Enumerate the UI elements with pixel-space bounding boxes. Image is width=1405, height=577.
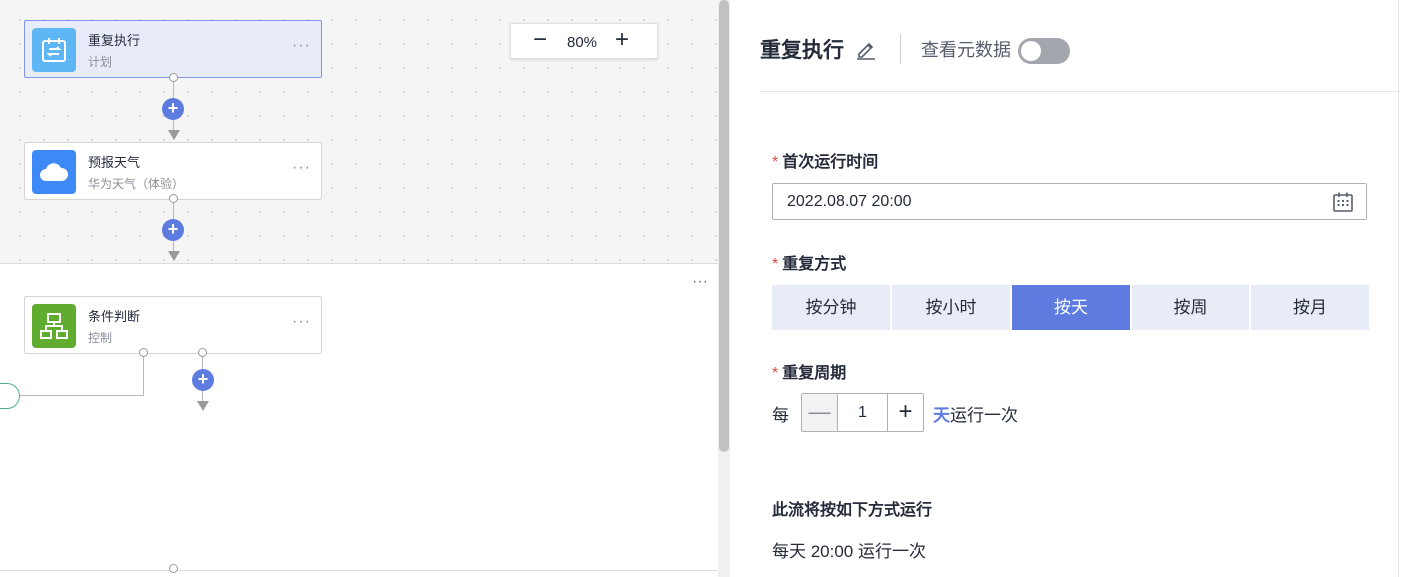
required-mark: * [772,154,779,171]
section-more-button[interactable]: ··· [692,273,708,291]
node-output-port[interactable] [169,194,178,203]
add-step-button[interactable]: + [162,98,184,120]
zoom-out-button[interactable]: − [533,26,547,54]
node-more-button[interactable]: ··· [292,37,311,55]
canvas-scrollbar[interactable] [718,0,730,577]
repeat-mode-week[interactable]: 按周 [1132,285,1249,330]
connector-arrow [168,130,180,140]
panel-edge [1398,0,1399,577]
properties-panel: 重复执行 查看元数据 * 首次运行时间 2022.08.07 20:00 * 重复方… [730,0,1405,577]
repeat-mode-label-text: 重复方式 [782,256,847,273]
node-title: 预报天气 [88,155,141,170]
first-run-datetime-input[interactable]: 2022.08.07 20:00 [772,183,1367,220]
metadata-label: 查看元数据 [921,40,1011,60]
panel-title: 重复执行 [760,39,844,62]
node-branch-port-left[interactable] [139,348,148,357]
zoom-control: − 80% + [510,23,658,59]
pencil-icon[interactable] [854,37,878,61]
stepper-increment-button[interactable]: + [887,394,923,431]
required-mark: * [772,256,779,273]
period-unit-day: 天 [933,406,950,425]
repeat-period-label: * 重复周期 [772,359,846,383]
summary-text: 每天 20:00 运行一次 [772,542,926,561]
flowchart-icon [32,304,76,348]
node-branch-port-right[interactable] [198,348,207,357]
cloud-icon [32,150,76,194]
first-run-label-text: 首次运行时间 [782,154,879,171]
metadata-toggle[interactable] [1018,38,1070,64]
section-divider [0,263,718,264]
repeat-mode-label: * 重复方式 [772,250,846,274]
connector-arrow [168,251,180,261]
period-prefix: 每 [772,406,789,425]
period-unit: 天运行一次 [933,401,1018,426]
calendar-icon[interactable] [1332,191,1354,218]
stepper-input[interactable]: 1 [838,394,887,431]
first-run-value: 2022.08.07 20:00 [787,193,912,210]
period-suffix: 运行一次 [950,406,1018,425]
flow-node-repeat[interactable]: 重复执行 计划 ··· [24,20,322,78]
first-run-label: * 首次运行时间 [772,148,878,172]
node-subtitle: 华为天气（体验） [88,177,185,191]
connector-arrow [197,401,209,411]
flow-node-weather[interactable]: 预报天气 华为天气（体验） ··· [24,142,322,200]
header-separator [900,34,901,64]
required-mark: * [772,365,779,382]
zoom-level: 80% [567,34,598,51]
add-step-button[interactable]: + [162,219,184,241]
node-input-port[interactable] [169,564,178,573]
toggle-knob [1021,41,1041,61]
node-subtitle: 计划 [88,55,113,69]
branch-line [18,395,144,396]
node-subtitle: 控制 [88,331,113,345]
period-stepper: — 1 + [801,393,924,432]
scrollbar-thumb[interactable] [719,0,729,452]
repeat-mode-hour[interactable]: 按小时 [892,285,1010,330]
branch-line [143,357,144,395]
repeat-period-label-text: 重复周期 [782,365,847,382]
add-step-button[interactable]: + [192,369,214,391]
branch-pill[interactable] [0,383,20,409]
repeat-mode-minute[interactable]: 按分钟 [772,285,890,330]
node-title: 条件判断 [88,309,141,324]
flow-canvas[interactable]: 重复执行 计划 ··· + 预报天气 华为天气（体验） ··· + ··· 条件… [0,0,718,577]
calendar-repeat-icon [32,28,76,72]
section-divider-bottom [0,570,718,571]
stepper-decrement-button[interactable]: — [802,394,838,431]
node-more-button[interactable]: ··· [292,313,311,331]
repeat-mode-month[interactable]: 按月 [1251,285,1369,330]
node-more-button[interactable]: ··· [292,159,311,177]
repeat-mode-day[interactable]: 按天 [1012,285,1130,330]
summary-title: 此流将按如下方式运行 [772,502,933,519]
node-title: 重复执行 [88,33,141,48]
flow-node-condition[interactable]: 条件判断 控制 ··· [24,296,322,354]
header-divider [760,91,1400,92]
zoom-in-button[interactable]: + [615,26,629,54]
node-output-port[interactable] [169,73,178,82]
panel-header: 重复执行 查看元数据 [760,32,1070,66]
